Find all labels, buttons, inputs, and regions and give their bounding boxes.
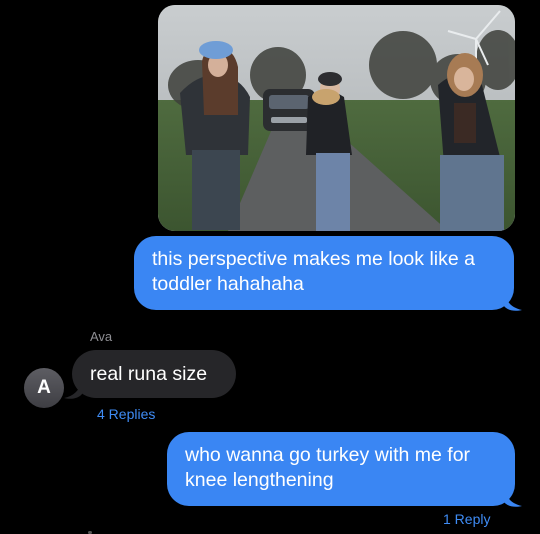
outgoing-message-bubble[interactable]: who wanna go turkey with me for knee len… xyxy=(167,432,515,506)
thread-replies-link[interactable]: 1 Reply xyxy=(443,511,490,527)
thread-replies-link[interactable]: 4 Replies xyxy=(97,406,155,422)
bubble-tail-icon xyxy=(504,488,522,507)
avatar[interactable]: A xyxy=(24,368,64,408)
bubble-tail-icon xyxy=(504,292,522,311)
photo-image xyxy=(158,5,515,231)
sender-name: Ava xyxy=(90,329,113,344)
photo-attachment[interactable] xyxy=(158,5,515,231)
outgoing-message-bubble[interactable]: this perspective makes me look like a to… xyxy=(134,236,514,310)
bubble-tail-icon xyxy=(64,380,82,399)
incoming-message-bubble[interactable]: real runa size xyxy=(72,350,236,398)
